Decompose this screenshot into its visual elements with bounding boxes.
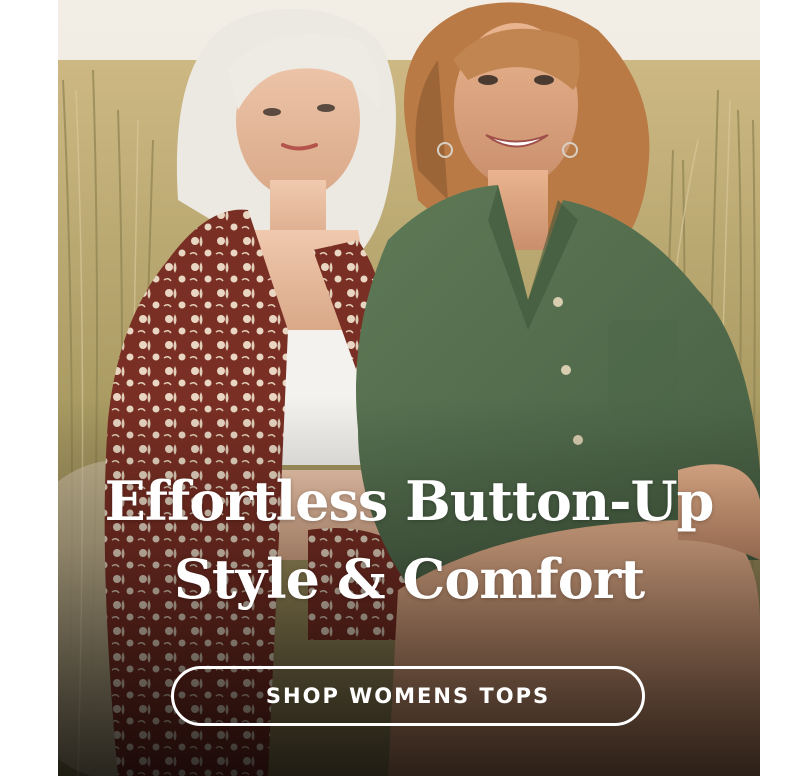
hero-headline: Effortless Button-Up Style & Comfort	[58, 462, 760, 618]
page: Effortless Button-Up Style & Comfort SHO…	[0, 0, 800, 780]
hero-headline-line-1: Effortless Button-Up	[104, 469, 715, 533]
hero-banner[interactable]: Effortless Button-Up Style & Comfort SHO…	[58, 0, 760, 776]
shop-womens-tops-button[interactable]: SHOP WOMENS TOPS	[171, 666, 645, 726]
hero-headline-line-2: Style & Comfort	[173, 547, 645, 611]
bottom-divider	[58, 776, 760, 780]
